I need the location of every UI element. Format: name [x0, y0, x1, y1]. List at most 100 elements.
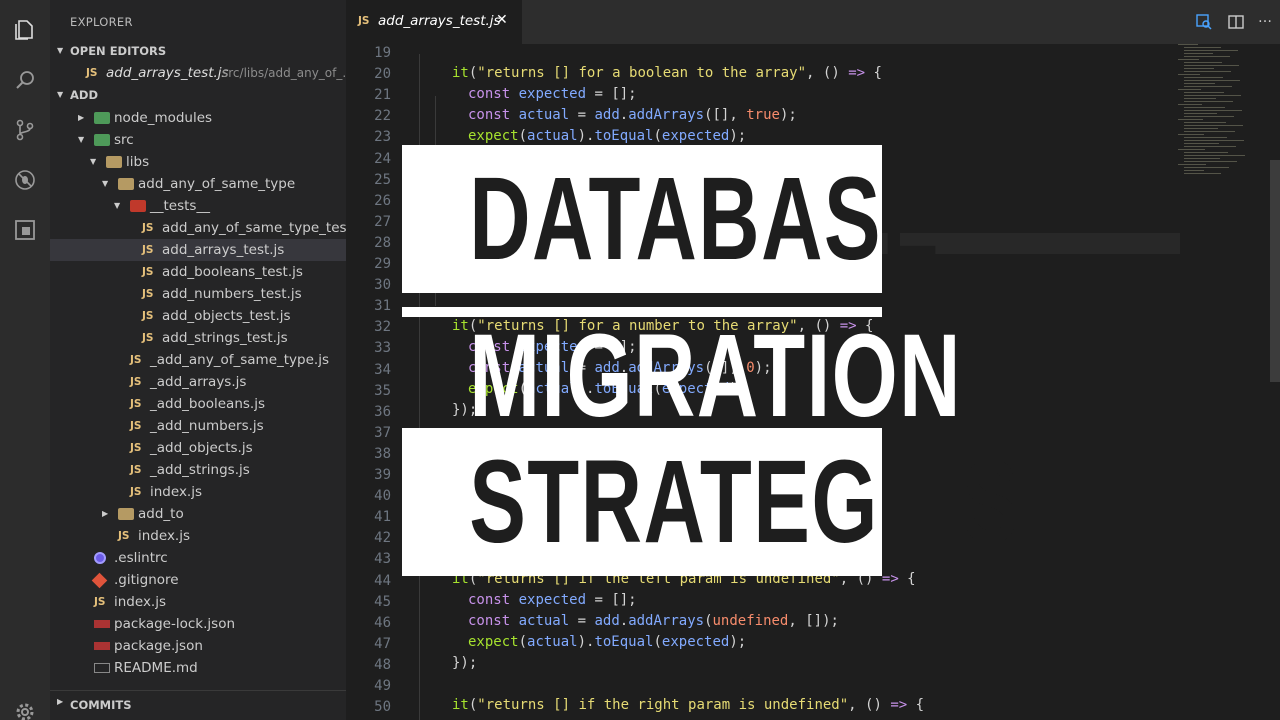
chevron-down-icon: ▼: [57, 90, 64, 99]
split-editor-icon[interactable]: [1228, 14, 1244, 30]
minimap-line: [1178, 44, 1198, 45]
tree-item[interactable]: ▼ __tests__: [50, 195, 346, 217]
js-icon: JS: [130, 464, 142, 476]
code-line: });: [452, 655, 478, 671]
minimap-line: [1184, 140, 1244, 141]
tree-item[interactable]: package-lock.json: [50, 613, 346, 635]
tree-item[interactable]: JS _add_strings.js: [50, 459, 346, 481]
tree-item[interactable]: JS add_objects_test.js: [50, 305, 346, 327]
line-number: 39: [374, 467, 391, 483]
minimap-line: [1184, 155, 1245, 156]
tree-item[interactable]: JS _add_any_of_same_type.js: [50, 349, 346, 371]
line-number: 30: [374, 277, 391, 294]
tree-item[interactable]: ▼ libs: [50, 151, 346, 173]
line-number: 24: [374, 150, 391, 167]
project-root-header[interactable]: ▼ ADD: [50, 84, 346, 106]
tree-item[interactable]: JS add_numbers_test.js: [50, 283, 346, 305]
js-icon: JS: [142, 310, 154, 322]
folder-icon: [106, 156, 122, 168]
source-control-icon[interactable]: [13, 118, 37, 142]
tree-item[interactable]: JS add_any_of_same_type_test.js: [50, 217, 367, 239]
tree-item[interactable]: JS add_strings_test.js: [50, 327, 346, 349]
tree-item[interactable]: .gitignore: [50, 569, 346, 591]
minimap-line: [1184, 101, 1233, 102]
line-number: 49: [374, 678, 391, 694]
tree-item[interactable]: JS _add_booleans.js: [50, 393, 346, 415]
indent-guide: [419, 572, 420, 720]
minimap-line: [1184, 86, 1232, 87]
minimap-line: [1184, 107, 1225, 108]
js-icon: JS: [130, 398, 142, 410]
minimap-line: [1184, 83, 1215, 84]
tab-bar: JS add_arrays_test.js ✕ …: [346, 0, 1280, 44]
chevron-down-icon: ▼: [102, 179, 109, 188]
tree-item[interactable]: JS _add_objects.js: [50, 437, 346, 459]
search-icon[interactable]: [13, 68, 37, 92]
js-icon: JS: [130, 420, 142, 432]
tree-item[interactable]: .eslintrc: [50, 547, 346, 569]
minimap-line: [1184, 80, 1240, 81]
folder-node-icon: [94, 112, 110, 124]
folder-icon: [118, 508, 134, 520]
minimap[interactable]: [1174, 44, 1254, 184]
tree-item-label: add_booleans_test.js: [162, 264, 303, 280]
explorer-sidebar: EXPLORER ▼ OPEN EDITORS JS add_arrays_te…: [50, 0, 367, 720]
tree-item[interactable]: JS index.js: [50, 591, 346, 613]
tree-item-label: _add_any_of_same_type.js: [150, 352, 329, 368]
chevron-right-icon: ▶: [102, 509, 109, 518]
tree-item[interactable]: JS _add_arrays.js: [50, 371, 346, 393]
tree-item[interactable]: JS index.js: [50, 525, 346, 547]
tree-item[interactable]: JS add_arrays_test.js: [50, 239, 346, 261]
js-icon: JS: [142, 266, 154, 278]
tree-item[interactable]: ▼ add_any_of_same_type: [50, 173, 346, 195]
line-number: 38: [374, 445, 391, 462]
vertical-scrollbar[interactable]: [1270, 160, 1280, 382]
line-number: 19: [374, 45, 391, 61]
line-number: 26: [374, 192, 391, 209]
more-actions-icon[interactable]: …: [1258, 10, 1274, 26]
tree-item[interactable]: ▶ node_modules: [50, 107, 346, 129]
tree-item-label: _add_numbers.js: [150, 418, 264, 434]
js-icon: JS: [130, 354, 142, 366]
minimap-line: [1184, 116, 1234, 117]
settings-gear-icon[interactable]: [13, 700, 37, 720]
line-number: 48: [374, 656, 391, 673]
tree-item-label: add_any_of_same_type_test.js: [162, 220, 367, 236]
tree-item-label: .eslintrc: [114, 550, 168, 566]
folder-src-icon: [94, 134, 110, 146]
tree-item[interactable]: JS _add_numbers.js: [50, 415, 346, 437]
tree-item[interactable]: ▶ add_to: [50, 503, 346, 525]
open-editor-item[interactable]: JS add_arrays_test.js src/libs/add_any_o…: [50, 62, 354, 84]
extensions-icon[interactable]: [13, 218, 37, 242]
tree-item[interactable]: package.json: [50, 635, 346, 657]
line-number: 37: [374, 424, 391, 441]
js-icon: JS: [142, 222, 154, 234]
folder-tests-icon: [130, 200, 146, 212]
eslint-icon: [94, 552, 106, 564]
tree-item-label: index.js: [138, 528, 191, 544]
tree-item[interactable]: JS add_booleans_test.js: [50, 261, 346, 283]
files-icon[interactable]: [13, 18, 37, 42]
minimap-line: [1184, 110, 1242, 111]
tree-item[interactable]: ▼ src: [50, 129, 346, 151]
tree-item-label: index.js: [150, 484, 203, 500]
open-editors-header[interactable]: ▼ OPEN EDITORS: [50, 40, 346, 62]
minimap-line: [1184, 173, 1221, 174]
minimap-line: [1184, 77, 1223, 78]
overlay-line3-box: STRATEGIES: [402, 428, 1019, 576]
js-icon: JS: [130, 486, 142, 498]
line-number: 23: [374, 129, 391, 146]
tab-add-arrays-test[interactable]: JS add_arrays_test.js ✕: [346, 0, 522, 44]
close-icon[interactable]: ✕: [496, 12, 508, 28]
tree-item-label: node_modules: [114, 110, 213, 126]
explorer-title: EXPLORER: [70, 15, 133, 29]
tree-item-label: _add_strings.js: [150, 462, 250, 478]
commits-section[interactable]: ▶ COMMITS: [50, 690, 346, 720]
tree-item[interactable]: README.md: [50, 657, 346, 679]
debug-icon[interactable]: [13, 168, 37, 192]
tree-item-label: __tests__: [150, 198, 210, 214]
open-preview-icon[interactable]: [1196, 14, 1212, 30]
tree-item-label: package-lock.json: [114, 616, 236, 632]
tree-item[interactable]: JS index.js: [50, 481, 346, 503]
line-number: 46: [374, 614, 391, 631]
